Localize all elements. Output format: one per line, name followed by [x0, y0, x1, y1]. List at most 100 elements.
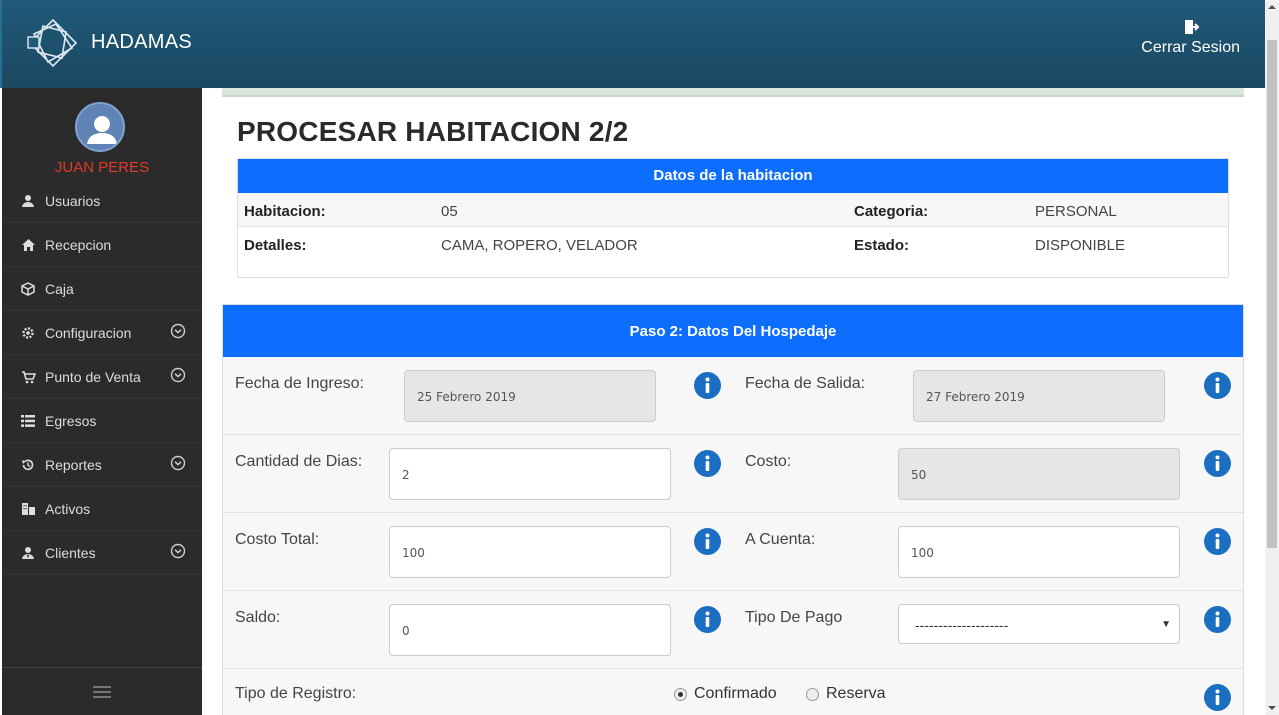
- username: JUAN PERES: [54, 159, 150, 176]
- radio-reserva-label: Reserva: [826, 685, 886, 702]
- sidebar-item-clientes[interactable]: Clientes: [2, 531, 202, 575]
- chevron-down-icon[interactable]: [170, 323, 186, 339]
- sidebar-item-usuarios[interactable]: Usuarios: [2, 179, 202, 223]
- chevron-down-icon[interactable]: [170, 543, 186, 559]
- sidebar-item-label: Configuracion: [45, 324, 132, 341]
- logout-button[interactable]: Cerrar Sesion: [1141, 18, 1240, 57]
- chevron-down-icon[interactable]: [170, 367, 186, 383]
- top-navbar: HADAMAS Cerrar Sesion: [0, 0, 1265, 88]
- room-card-header: Datos de la habitacion: [238, 159, 1228, 193]
- tipo-pago-label: Tipo De Pago: [745, 609, 843, 626]
- radio-confirmado[interactable]: Confirmado: [674, 685, 777, 703]
- sidebar-item-activos[interactable]: Activos: [2, 487, 202, 531]
- sidebar-item-reportes[interactable]: Reportes: [2, 443, 202, 487]
- main-content: PROCESAR HABITACION 2/2 Datos de la habi…: [202, 88, 1265, 715]
- cantidad-dias-label: Cantidad de Dias:: [235, 453, 363, 470]
- saldo-label: Saldo:: [235, 609, 281, 626]
- history-icon: [20, 457, 36, 473]
- sidebar-item-label: Usuarios: [45, 192, 101, 209]
- page-scrollbar[interactable]: [1265, 0, 1279, 715]
- stay-form-header: Paso 2: Datos Del Hospedaje: [223, 305, 1243, 357]
- user-icon: [20, 193, 36, 209]
- home-icon: [20, 237, 36, 253]
- brand-name: HADAMAS: [91, 31, 193, 53]
- info-icon[interactable]: [1204, 528, 1231, 555]
- sidebar-item-caja[interactable]: Caja: [2, 267, 202, 311]
- menu-icon: [93, 685, 111, 698]
- costo-input[interactable]: 50: [898, 448, 1180, 500]
- scroll-thumb[interactable]: [1267, 40, 1277, 548]
- sidebar-toggle[interactable]: [2, 667, 202, 715]
- detalles-label: Detalles:: [244, 237, 307, 254]
- user-tie-icon: [20, 545, 36, 561]
- gear-icon: [20, 325, 36, 341]
- room-row: Habitacion: 05 Categoria: PERSONAL: [238, 193, 1228, 227]
- sidebar-nav: Usuarios Recepcion Caja Configuracion Punto …: [2, 179, 202, 575]
- costo-total-input[interactable]: 100: [389, 526, 671, 578]
- room-info-card: Datos de la habitacion Habitacion: 05 Ca…: [237, 158, 1229, 278]
- sidebar-item-egresos[interactable]: Egresos: [2, 399, 202, 443]
- form-row: Tipo de Registro: Confirmado Reserva: [223, 669, 1243, 715]
- info-icon[interactable]: [1204, 606, 1231, 633]
- sidebar: JUAN PERES Usuarios Recepcion Caja Configur…: [2, 88, 202, 715]
- fecha-ingreso-input[interactable]: 25 Febrero 2019: [404, 370, 656, 422]
- tipo-registro-label: Tipo de Registro:: [235, 685, 357, 702]
- radio-dot-unchecked: [806, 687, 819, 701]
- user-avatar-icon: [87, 116, 117, 144]
- caret-down-icon: ▼: [1161, 619, 1171, 630]
- habitacion-label: Habitacion:: [244, 203, 326, 220]
- sidebar-item-label: Activos: [45, 500, 91, 517]
- estado-label: Estado:: [854, 237, 910, 254]
- info-icon[interactable]: [694, 606, 721, 633]
- room-row: Detalles: CAMA, ROPERO, VELADOR Estado: …: [238, 227, 1228, 261]
- tipo-pago-value: --------------------: [915, 617, 1009, 633]
- sidebar-item-recepcion[interactable]: Recepcion: [2, 223, 202, 267]
- a-cuenta-label: A Cuenta:: [745, 531, 816, 548]
- info-icon[interactable]: [1204, 372, 1231, 399]
- info-icon[interactable]: [1204, 450, 1231, 477]
- fecha-ingreso-label: Fecha de Ingreso:: [235, 375, 364, 392]
- a-cuenta-input[interactable]: 100: [898, 526, 1180, 578]
- avatar[interactable]: [75, 102, 125, 152]
- scroll-up-arrow-icon[interactable]: [1265, 0, 1279, 14]
- top-strip: [222, 88, 1244, 97]
- sidebar-item-label: Recepcion: [45, 236, 112, 253]
- info-icon[interactable]: [694, 450, 721, 477]
- saldo-input[interactable]: 0: [389, 604, 671, 656]
- list-icon: [20, 413, 36, 429]
- costo-total-label: Costo Total:: [235, 531, 320, 548]
- radio-dot-checked: [674, 687, 687, 701]
- form-row: Fecha de Ingreso: 25 Febrero 2019 Fecha …: [223, 357, 1243, 435]
- estado-value: DISPONIBLE: [1035, 237, 1126, 254]
- tipo-pago-select[interactable]: -------------------- ▼: [898, 604, 1180, 644]
- fecha-salida-input[interactable]: 27 Febrero 2019: [913, 370, 1165, 422]
- categoria-label: Categoria:: [854, 203, 929, 220]
- sidebar-item-label: Clientes: [45, 544, 96, 561]
- habitacion-value: 05: [441, 203, 458, 220]
- costo-label: Costo:: [745, 453, 792, 470]
- categoria-value: PERSONAL: [1035, 203, 1117, 220]
- sign-out-icon: [1184, 20, 1200, 34]
- sidebar-item-configuracion[interactable]: Configuracion: [2, 311, 202, 355]
- info-icon[interactable]: [1204, 684, 1231, 711]
- cantidad-dias-input[interactable]: 2: [389, 448, 671, 500]
- cart-icon: [20, 369, 36, 385]
- radio-reserva[interactable]: Reserva: [806, 685, 886, 703]
- sidebar-item-punto-de-venta[interactable]: Punto de Venta: [2, 355, 202, 399]
- sidebar-item-label: Reportes: [45, 456, 102, 473]
- building-icon: [20, 501, 36, 517]
- info-icon[interactable]: [694, 528, 721, 555]
- cube-icon: [20, 281, 36, 297]
- sidebar-item-label: Egresos: [45, 412, 97, 429]
- chevron-down-icon[interactable]: [170, 455, 186, 471]
- form-row: Saldo: 0 Tipo De Pago ------------------…: [223, 591, 1243, 669]
- radio-confirmado-label: Confirmado: [694, 685, 777, 702]
- scroll-down-arrow-icon[interactable]: [1265, 701, 1279, 715]
- page-title: PROCESAR HABITACION 2/2: [237, 116, 629, 147]
- hadamas-logo: [27, 18, 78, 68]
- form-row: Costo Total: 100 A Cuenta: 100: [223, 513, 1243, 591]
- fecha-salida-label: Fecha de Salida:: [745, 375, 866, 392]
- form-row: Cantidad de Dias: 2 Costo: 50: [223, 435, 1243, 513]
- info-icon[interactable]: [694, 372, 721, 399]
- stay-form-panel: Paso 2: Datos Del Hospedaje Fecha de Ing…: [222, 304, 1244, 715]
